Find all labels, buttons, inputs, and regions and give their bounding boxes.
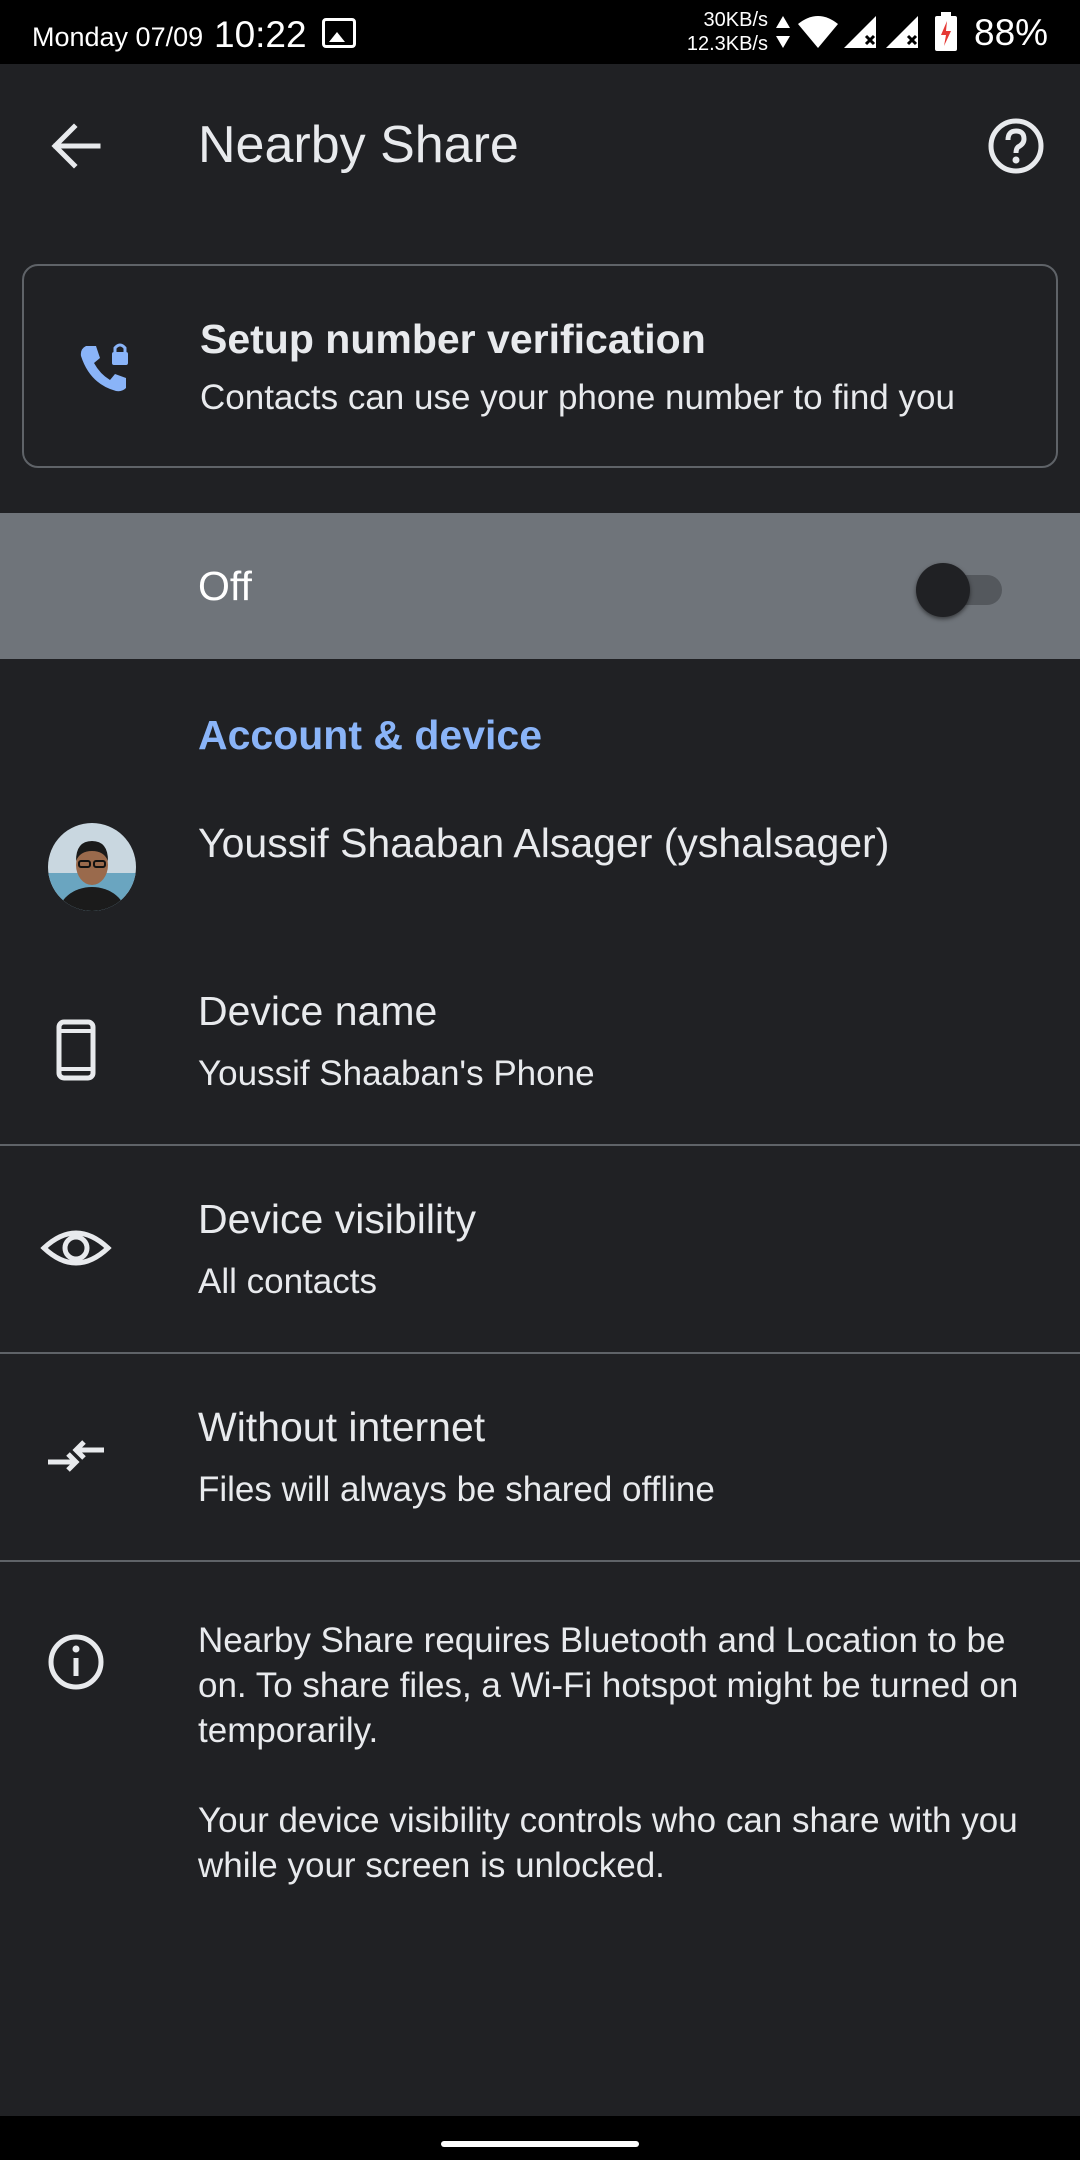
info-icon [48, 1634, 104, 1690]
page-title: Nearby Share [198, 116, 519, 174]
navigation-bar [0, 2116, 1080, 2160]
phone-icon [56, 1019, 96, 1081]
offline-arrows-icon [48, 1440, 104, 1472]
without-internet-value: Files will always be shared offline [198, 1470, 715, 1509]
device-name-title: Device name [198, 988, 438, 1034]
eye-icon [40, 1230, 112, 1266]
section-header-account-device: Account & device [198, 712, 543, 758]
phone-lock-icon [80, 343, 128, 392]
signal-icon [886, 16, 918, 48]
speed-down: 12.3KB/s [686, 33, 768, 55]
settings-row-device-visibility[interactable]: Device visibility All contacts [0, 1146, 1080, 1352]
image-icon [322, 18, 356, 48]
help-icon [988, 118, 1044, 174]
device-name-value: Youssif Shaaban's Phone [198, 1054, 595, 1093]
home-gesture-handle[interactable] [441, 2141, 639, 2147]
arrow-back-icon [51, 123, 101, 169]
nearby-share-toggle-row[interactable]: Off [0, 513, 1080, 659]
device-visibility-value: All contacts [198, 1262, 377, 1301]
info-text: Nearby Share requires Bluetooth and Loca… [198, 1618, 1038, 1933]
account-row[interactable]: Youssif Shaaban Alsager (yshalsager) [0, 800, 1080, 940]
back-button[interactable] [40, 110, 112, 182]
info-paragraph-1: Nearby Share requires Bluetooth and Loca… [198, 1621, 1019, 1750]
account-name: Youssif Shaaban Alsager (yshalsager) [198, 820, 890, 866]
card-subtitle: Contacts can use your phone number to fi… [200, 378, 955, 417]
avatar [48, 823, 136, 911]
data-arrows-icon [776, 16, 790, 48]
card-title: Setup number verification [200, 316, 706, 362]
network-speed: 30KB/s 12.3KB/s [680, 8, 768, 56]
info-paragraph-2: Your device visibility controls who can … [198, 1801, 1018, 1885]
speed-up: 30KB/s [703, 9, 768, 31]
settings-row-device-name[interactable]: Device name Youssif Shaaban's Phone [0, 970, 1080, 1146]
device-visibility-title: Device visibility [198, 1196, 476, 1242]
battery-percent: 88% [974, 12, 1049, 53]
battery-icon [935, 12, 957, 51]
help-button[interactable] [980, 110, 1052, 182]
status-time: 10:22 [214, 14, 307, 55]
divider [0, 1560, 1080, 1562]
number-verification-card[interactable]: Setup number verification Contacts can u… [22, 264, 1058, 468]
toggle-label: Off [198, 563, 252, 609]
wifi-icon [798, 16, 838, 48]
without-internet-title: Without internet [198, 1404, 486, 1450]
signal-icon [844, 16, 876, 48]
status-date: Monday 07/09 [32, 22, 204, 52]
switch-thumb [916, 563, 970, 617]
nearby-share-switch[interactable] [916, 557, 1006, 617]
status-bar: Monday 07/09 10:22 30KB/s 12.3KB/s 88% [0, 0, 1080, 64]
settings-row-without-internet[interactable]: Without internet Files will always be sh… [0, 1354, 1080, 1560]
